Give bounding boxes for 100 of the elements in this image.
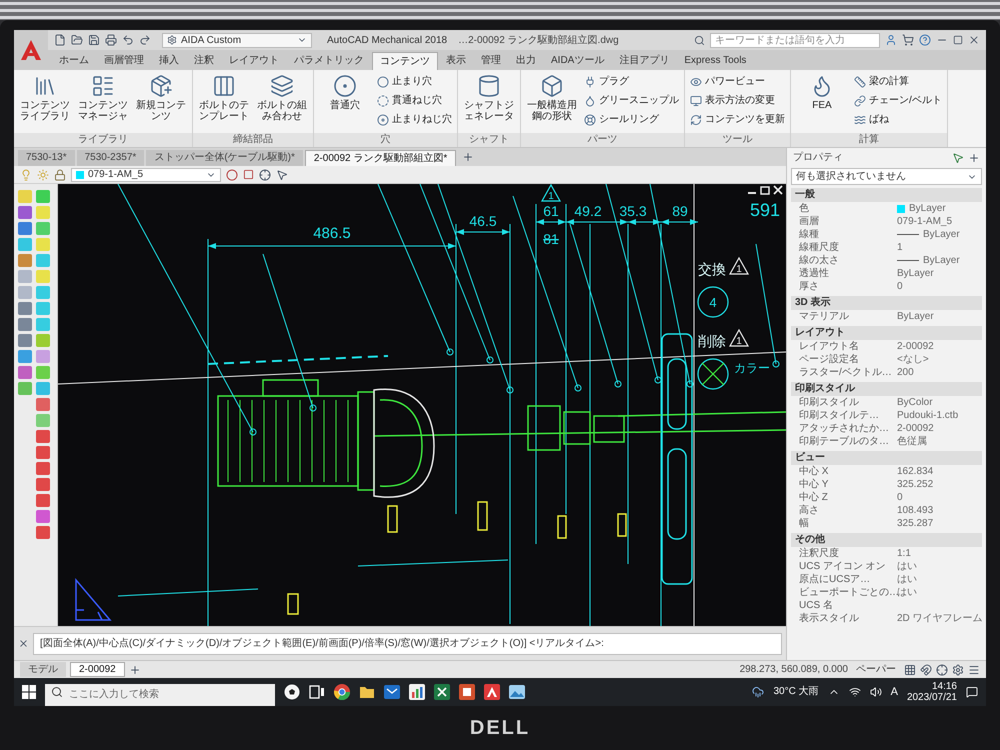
tool-tile-icon[interactable]	[18, 366, 32, 379]
tool-tile-icon[interactable]	[36, 254, 50, 267]
section-header[interactable]: 一般	[791, 188, 982, 202]
space-toggle[interactable]: ペーパー	[852, 662, 900, 677]
layout-tab[interactable]: 2-00092	[70, 662, 125, 677]
ribbon-button[interactable]: FEA	[794, 73, 850, 112]
workspace-dropdown[interactable]: AIDA Custom	[162, 32, 312, 48]
tool-tile-icon[interactable]	[36, 222, 50, 235]
tool-tile-icon[interactable]	[18, 318, 32, 331]
ring-icon[interactable]	[334, 684, 350, 700]
ribbon-button[interactable]: コンテンツライブラリ	[17, 73, 73, 123]
tool-tile-icon[interactable]	[36, 398, 50, 411]
ribbon-button[interactable]: 止まりねじ穴	[375, 111, 454, 128]
app-logo-icon[interactable]	[20, 39, 42, 61]
triangle-tile-icon[interactable]	[484, 684, 500, 700]
crosshair-icon[interactable]	[936, 664, 948, 676]
weather-text[interactable]: 30°C 大雨	[773, 686, 819, 698]
ribbon-button[interactable]: 普通穴	[317, 73, 373, 112]
tool-tile-icon[interactable]	[36, 286, 50, 299]
ribbon-button[interactable]: 梁の計算	[852, 73, 944, 90]
plus-icon[interactable]	[968, 152, 980, 164]
redo-icon[interactable]	[139, 34, 151, 46]
spreadsheet-icon[interactable]	[434, 684, 450, 700]
section-header[interactable]: 3D 表示	[791, 296, 982, 310]
folder-icon[interactable]	[359, 684, 375, 700]
tool-tile-icon[interactable]	[36, 526, 50, 539]
add-layout-icon[interactable]	[128, 664, 141, 676]
ribbon-button[interactable]: コンテンツを更新	[688, 111, 787, 128]
selection-dropdown[interactable]: 何も選択されていません	[791, 168, 982, 185]
tool-tile-icon[interactable]	[18, 206, 32, 219]
input-mode-indicator[interactable]: A	[890, 686, 898, 698]
ribbon-button[interactable]: グリースニップル	[582, 92, 681, 109]
tool-tile-icon[interactable]	[18, 270, 32, 283]
section-header[interactable]: 印刷スタイル	[791, 382, 982, 396]
notification-icon[interactable]	[966, 686, 978, 698]
tool-tile-icon[interactable]	[36, 478, 50, 491]
ribbon-button[interactable]: コンテンツマネージャ	[75, 73, 131, 123]
search-icon[interactable]	[694, 34, 705, 46]
tool-tile-icon[interactable]	[36, 462, 50, 475]
ribbon-tab[interactable]: AIDAツール	[544, 52, 612, 70]
cart-icon[interactable]	[902, 34, 914, 46]
volume-icon[interactable]	[870, 686, 882, 698]
circle-icon[interactable]	[226, 168, 238, 180]
mail-icon[interactable]	[384, 684, 400, 700]
tool-tile-icon[interactable]	[36, 446, 50, 459]
tool-tile-icon[interactable]	[36, 350, 50, 363]
presentation-icon[interactable]	[459, 684, 475, 700]
ribbon-tab[interactable]: 出力	[509, 52, 543, 70]
tool-tile-icon[interactable]	[36, 206, 50, 219]
ball-icon[interactable]	[284, 684, 300, 700]
close-icon[interactable]	[968, 34, 980, 46]
image-icon[interactable]	[509, 684, 525, 700]
ribbon-button[interactable]: シャフトジェネレータ	[461, 73, 517, 123]
cloud-rain-icon[interactable]	[752, 686, 764, 698]
section-header[interactable]: ビュー	[791, 451, 982, 465]
ribbon-button[interactable]: 貫通ねじ穴	[375, 92, 454, 109]
maximize-icon[interactable]	[953, 35, 963, 45]
tool-tile-icon[interactable]	[36, 366, 50, 379]
crosshair-icon[interactable]	[259, 168, 271, 180]
clock-time[interactable]: 14:16	[932, 681, 957, 692]
save-icon[interactable]	[88, 34, 100, 46]
ribbon-tab[interactable]: レイアウト	[222, 52, 286, 70]
document-tab[interactable]: 7530-2357*	[76, 150, 144, 166]
chart-icon[interactable]	[409, 684, 425, 700]
menu-icon[interactable]	[968, 664, 980, 676]
tool-tile-icon[interactable]	[36, 510, 50, 523]
document-tab[interactable]: 7530-13*	[18, 150, 75, 166]
help-icon[interactable]	[919, 34, 931, 46]
tool-tile-icon[interactable]	[36, 302, 50, 315]
task-view-icon[interactable]	[309, 684, 325, 700]
new-file-icon[interactable]	[54, 34, 66, 46]
document-tab[interactable]: ストッパー全体(ケーブル駆動)*	[146, 150, 303, 166]
tool-tile-icon[interactable]	[36, 382, 50, 395]
ribbon-tab[interactable]: Express Tools	[677, 52, 754, 70]
search-field[interactable]: キーワードまたは語句を入力	[710, 32, 880, 48]
ribbon-button[interactable]: パワービュー	[688, 73, 787, 90]
ribbon-button[interactable]: 止まり穴	[375, 73, 454, 90]
tool-tile-icon[interactable]	[36, 238, 50, 251]
close-icon[interactable]	[18, 638, 29, 649]
printer-icon[interactable]	[105, 34, 117, 46]
ribbon-tab[interactable]: 管理	[474, 52, 508, 70]
restore-icon[interactable]	[760, 186, 770, 195]
document-tab[interactable]: 2-00092 ランク駆動部組立図*	[304, 150, 456, 166]
tool-tile-icon[interactable]	[36, 190, 50, 203]
ribbon-tab[interactable]: コンテンツ	[372, 52, 438, 70]
clock-date[interactable]: 2023/07/21	[906, 692, 957, 703]
close-icon[interactable]	[773, 185, 783, 195]
ribbon-tab[interactable]: パラメトリック	[287, 52, 371, 70]
ribbon-button[interactable]: 表示方法の変更	[688, 92, 787, 109]
new-tab-icon[interactable]	[462, 151, 474, 163]
ribbon-button[interactable]: プラグ	[582, 73, 681, 90]
layer-dropdown[interactable]: 079-1-AM_5	[71, 168, 221, 182]
ribbon-button[interactable]: チェーン/ベルト	[852, 92, 944, 109]
section-header[interactable]: レイアウト	[791, 326, 982, 340]
square-icon[interactable]	[243, 169, 254, 180]
grid-icon[interactable]	[904, 664, 916, 676]
ribbon-tab[interactable]: 注釈	[187, 52, 221, 70]
windows-logo-icon[interactable]	[22, 685, 36, 699]
ribbon-button[interactable]: ボルトのテンプレート	[196, 73, 252, 123]
settings-icon[interactable]	[952, 664, 964, 676]
